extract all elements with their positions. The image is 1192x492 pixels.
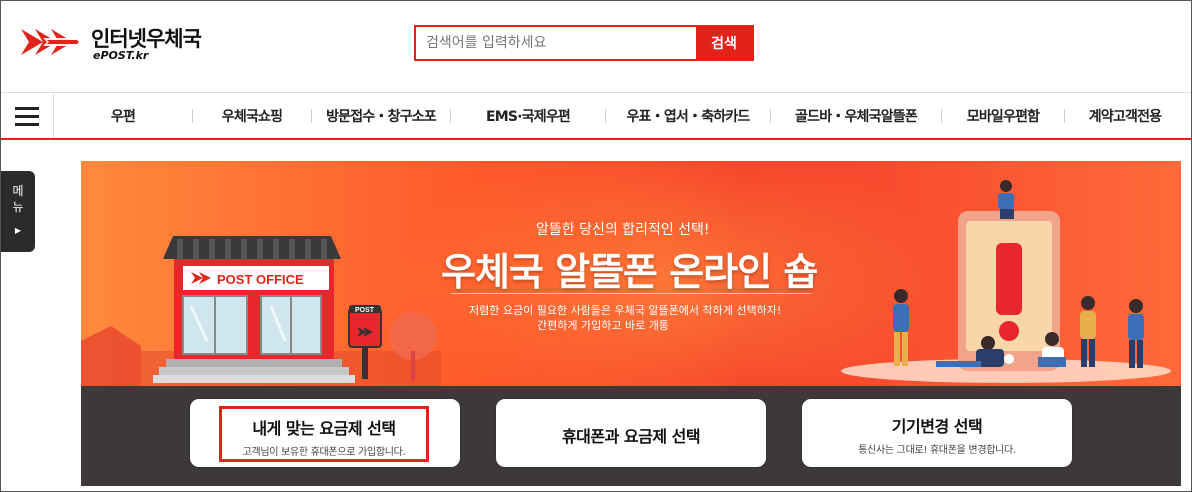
search-button[interactable]: 검색	[696, 27, 752, 59]
banner-description-2: 간편하게 가입하고 바로 개통	[537, 319, 669, 332]
phone-people-illustration	[841, 180, 1171, 383]
banner-title: 우체국 알뜰폰 온라인 숍	[441, 250, 818, 294]
card-title: 내게 맞는 요금제 선택	[252, 419, 396, 438]
epost-logo-icon	[21, 29, 83, 55]
post-office-sign-text: POST OFFICE	[217, 272, 304, 287]
nav-item-shopping[interactable]: 우체국쇼핑	[193, 106, 311, 126]
card-subtitle: 고객님이 보유한 휴대폰으로 가입합니다.	[242, 447, 406, 458]
highlight-box: 내게 맞는 요금제 선택 고객님이 보유한 휴대폰으로 가입합니다.	[219, 406, 429, 462]
mailbox-label: POST	[355, 307, 375, 314]
banner-description: 저렴한 요금이 필요한 사람들은 우체국 알뜰폰에서 착하게 선택하자!	[469, 304, 782, 317]
side-menu-label-2: 뉴	[12, 200, 24, 214]
nav-item-parcel[interactable]: 방문접수・창구소포	[312, 106, 450, 126]
epost-logo[interactable]: 인터넷우체국 ePOST.kr	[21, 23, 221, 63]
nav-item-ems[interactable]: EMS·국제우편	[451, 106, 605, 126]
post-office-illustration: POST OFFICE POST	[81, 236, 441, 386]
card-phone-and-plan[interactable]: 휴대폰과 요금제 선택	[495, 398, 767, 468]
logo-subtitle: ePOST.kr	[93, 49, 149, 62]
nav-item-goldbar-phone[interactable]: 골드바・우체국알뜰폰	[771, 106, 941, 126]
search-bar: 검색	[414, 25, 754, 61]
card-device-change[interactable]: 기기변경 선택 통신사는 그대로! 휴대폰을 변경합니다.	[801, 398, 1073, 468]
hamburger-menu-icon[interactable]	[1, 94, 54, 138]
play-arrow-icon: ▶	[14, 226, 22, 235]
card-title: 휴대폰과 요금제 선택	[561, 427, 701, 446]
banner-eyebrow: 알뜰한 당신의 합리적인 선택!	[536, 222, 710, 238]
card-subtitle: 통신사는 그대로! 휴대폰을 변경합니다.	[858, 445, 1016, 456]
side-menu-label-1: 메	[12, 184, 24, 198]
promo-banner[interactable]: POST OFFICE POST 알뜰한 당신의 합리적인 선택! 우체국 알뜰…	[81, 161, 1181, 386]
nav-items: 우편 우체국쇼핑 방문접수・창구소포 EMS·국제우편 우표・엽서・축하카드 골…	[54, 94, 1191, 138]
plan-selection-panel: 내게 맞는 요금제 선택 고객님이 보유한 휴대폰으로 가입합니다. 휴대폰과 …	[81, 386, 1181, 486]
banner-divider	[451, 293, 811, 294]
card-title: 기기변경 선택	[891, 417, 983, 436]
search-input[interactable]	[416, 27, 696, 59]
side-menu-tab[interactable]: 메 뉴 ▶	[1, 171, 35, 252]
main-nav: 우편 우체국쇼핑 방문접수・창구소포 EMS·국제우편 우표・엽서・축하카드 골…	[1, 94, 1191, 140]
nav-item-mobile-mailbox[interactable]: 모바일우편함	[942, 106, 1064, 126]
site-header: 인터넷우체국 ePOST.kr 검색	[1, 1, 1191, 93]
nav-item-stamps[interactable]: 우표・엽서・축하카드	[606, 106, 770, 126]
nav-item-contract-customers[interactable]: 계약고객전용	[1065, 106, 1185, 126]
card-my-plan[interactable]: 내게 맞는 요금제 선택 고객님이 보유한 휴대폰으로 가입합니다.	[189, 398, 461, 468]
nav-item-mail[interactable]: 우편	[54, 106, 192, 126]
